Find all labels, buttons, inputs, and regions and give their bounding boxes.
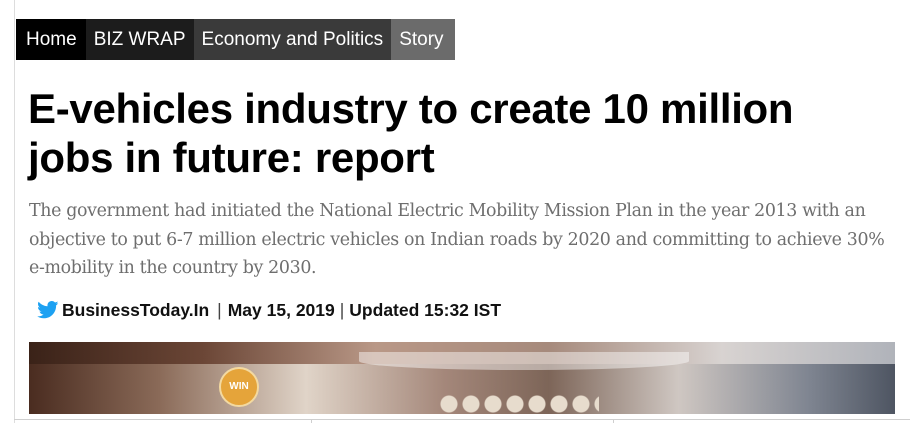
bottom-divider-tick bbox=[311, 419, 312, 423]
hero-image-badge: WIN bbox=[219, 367, 259, 407]
byline-separator: | bbox=[217, 299, 222, 320]
breadcrumb-biz-wrap[interactable]: BIZ WRAP bbox=[85, 19, 194, 60]
byline-date: May 15, 2019 bbox=[227, 299, 335, 320]
article-headline: E-vehicles industry to create 10 million… bbox=[28, 85, 794, 181]
bottom-divider bbox=[14, 419, 910, 420]
article-summary: The government had initiated the Nationa… bbox=[29, 201, 885, 278]
article-byline: BusinessToday.In | May 15, 2019 | Update… bbox=[37, 298, 501, 322]
breadcrumb-economy-and-politics[interactable]: Economy and Politics bbox=[193, 19, 392, 60]
hero-image-canopy bbox=[359, 352, 689, 370]
breadcrumb-story[interactable]: Story bbox=[391, 19, 456, 60]
byline-separator: | bbox=[339, 299, 345, 320]
byline-author[interactable]: BusinessToday.In bbox=[62, 300, 209, 321]
hero-image-people bbox=[439, 394, 599, 414]
byline-updated: Updated 15:32 IST bbox=[349, 299, 502, 320]
bottom-divider-tick bbox=[613, 419, 614, 423]
breadcrumb-home[interactable]: Home bbox=[16, 19, 86, 60]
twitter-bird-icon[interactable] bbox=[37, 301, 59, 319]
article-hero-image: WIN bbox=[29, 342, 895, 414]
breadcrumb: Home BIZ WRAP Economy and Politics Story bbox=[16, 19, 456, 60]
